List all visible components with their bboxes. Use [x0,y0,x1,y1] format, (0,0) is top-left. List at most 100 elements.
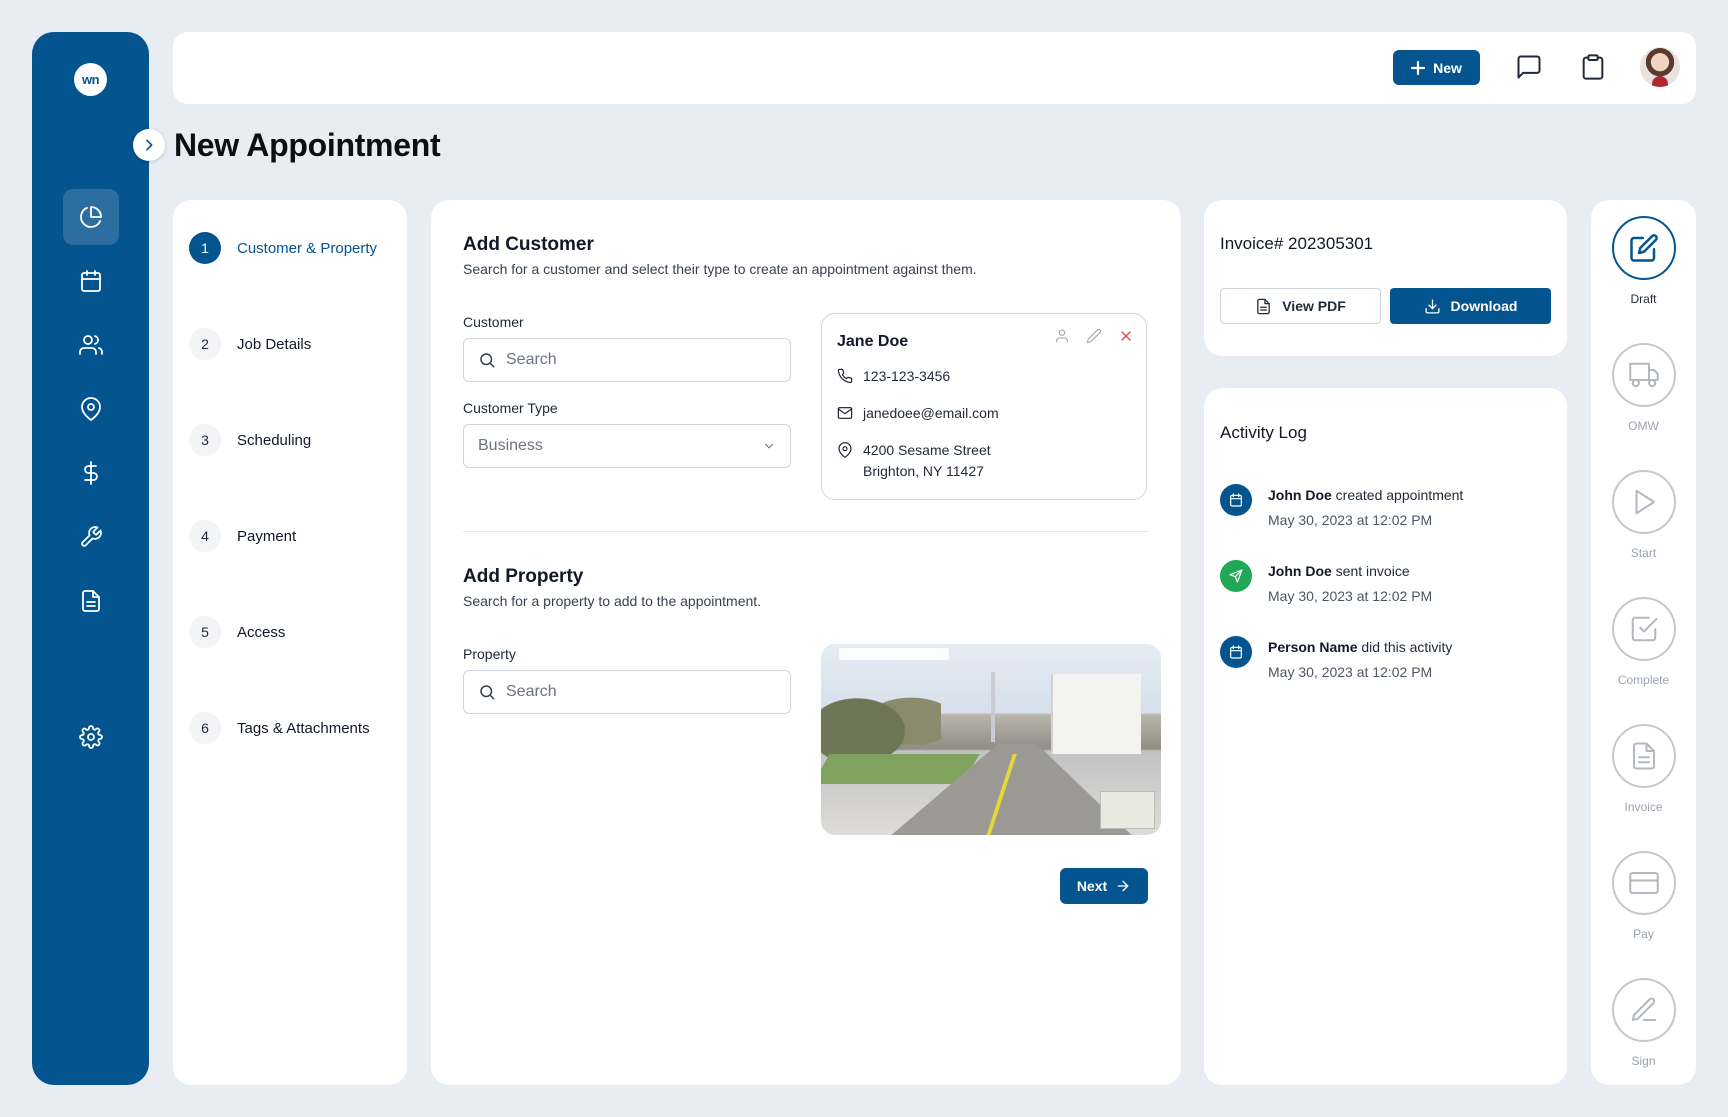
calendar-icon [1230,493,1242,507]
step-label: Payment [237,527,297,545]
status-label: Complete [1617,673,1670,687]
invoice-icon [1632,742,1655,770]
gear-icon [79,725,103,749]
street-view-minimap[interactable] [1100,791,1155,829]
activity-item: John Doe sent invoice May 30, 2023 at 12… [1220,560,1432,604]
edit-customer-button[interactable] [1086,328,1102,344]
search-icon [480,353,495,368]
customer-search-placeholder: Search [506,351,557,368]
status-circle [1611,724,1676,788]
status-invoice[interactable]: Invoice [1591,724,1696,814]
status-start[interactable]: Start [1591,470,1696,560]
file-icon [82,590,100,612]
user-avatar[interactable] [1640,47,1680,87]
calendar-icon [81,270,101,292]
nav-settings[interactable] [63,709,119,765]
nav-calendar[interactable] [63,253,119,309]
street-grass [821,754,980,784]
chevron-down-icon [764,443,774,449]
step-payment[interactable]: 4 Payment [189,520,296,552]
customer-name: Jane Doe [837,333,909,350]
nav-documents[interactable] [63,573,119,629]
download-icon [1425,298,1440,314]
status-label: Invoice [1624,800,1663,814]
dollar-icon [84,461,98,485]
customer-address: 4200 Sesame Street Brighton, NY 11427 [863,440,991,482]
status-draft[interactable]: Draft [1591,216,1696,306]
view-pdf-button[interactable]: View PDF [1220,288,1381,324]
step-label: Customer & Property [237,239,378,257]
edit-icon [1629,234,1658,262]
street-view-image[interactable] [821,644,1161,835]
activity-item: Person Name did this activity May 30, 20… [1220,636,1452,680]
app-logo[interactable]: wn [74,63,107,96]
download-button[interactable]: Download [1390,288,1551,324]
arrow-right-icon [1117,880,1129,892]
customer-search-input[interactable]: Search [463,338,791,382]
activity-content: Person Name did this activity May 30, 20… [1268,636,1452,680]
nav-dashboard[interactable] [63,189,119,245]
activity-item: John Doe created appointment May 30, 202… [1220,484,1463,528]
message-square-icon [1517,55,1541,79]
view-customer-button[interactable] [1054,328,1070,344]
step-customer-property[interactable]: 1 Customer & Property [189,232,377,264]
clipboard-button[interactable] [1576,50,1610,84]
step-tags-attachments[interactable]: 6 Tags & Attachments [189,712,370,744]
status-pay[interactable]: Pay [1591,851,1696,941]
nav-tools[interactable] [63,509,119,565]
nav-locations[interactable] [63,381,119,437]
download-label: Download [1450,298,1518,314]
activity-content: John Doe sent invoice May 30, 2023 at 12… [1268,560,1432,604]
customer-type-select[interactable]: Business [463,424,791,468]
next-button[interactable]: Next [1060,868,1148,904]
add-customer-subtitle: Search for a customer and select their t… [463,261,977,277]
close-icon [1121,331,1131,341]
page-title: New Appointment [174,127,441,163]
status-circle [1611,470,1676,534]
property-search-input[interactable]: Search [463,670,791,714]
status-complete[interactable]: Complete [1591,597,1696,687]
step-number: 2 [189,328,221,360]
clipboard-icon [1582,54,1604,80]
status-circle [1611,851,1676,915]
activity-content: John Doe created appointment May 30, 202… [1268,484,1463,528]
customer-card-actions [1054,328,1134,344]
status-sign[interactable]: Sign [1591,978,1696,1068]
activity-action: sent invoice [1331,563,1410,579]
nav-customers[interactable] [63,317,119,373]
check-square-icon [1631,616,1657,642]
activity-actor: Person Name [1268,639,1358,655]
new-button[interactable]: New [1393,50,1480,85]
status-circle [1611,597,1676,661]
messages-button[interactable] [1512,50,1546,84]
step-job-details[interactable]: 2 Job Details [189,328,311,360]
property-field-label: Property [463,646,516,662]
truck-icon [1628,362,1659,388]
street-view-address-overlay [839,648,949,660]
status-omw[interactable]: OMW [1591,343,1696,433]
step-label: Scheduling [237,431,312,449]
step-access[interactable]: 5 Access [189,616,285,648]
next-button-label: Next [1076,878,1108,894]
activity-text: John Doe created appointment [1268,484,1463,504]
step-number: 3 [189,424,221,456]
pencil-icon [1086,328,1102,344]
step-number: 4 [189,520,221,552]
add-property-title: Add Property [463,566,584,587]
customer-type-value: Business [478,437,543,454]
status-circle [1611,978,1676,1042]
address-line-2: Brighton, NY 11427 [863,463,984,479]
send-icon [1229,569,1243,583]
appointment-form: Add Customer Search for a customer and s… [431,200,1181,1085]
mail-icon [837,407,853,419]
step-scheduling[interactable]: 3 Scheduling [189,424,311,456]
nav-billing[interactable] [63,445,119,501]
customer-phone-row: 123-123-3456 [837,366,950,387]
play-icon [1635,489,1655,515]
customer-address-row: 4200 Sesame Street Brighton, NY 11427 [837,440,991,482]
sidebar-expand-button[interactable] [133,129,165,161]
step-number: 5 [189,616,221,648]
remove-customer-button[interactable] [1118,328,1134,344]
activity-icon [1220,484,1252,516]
step-number: 6 [189,712,221,744]
